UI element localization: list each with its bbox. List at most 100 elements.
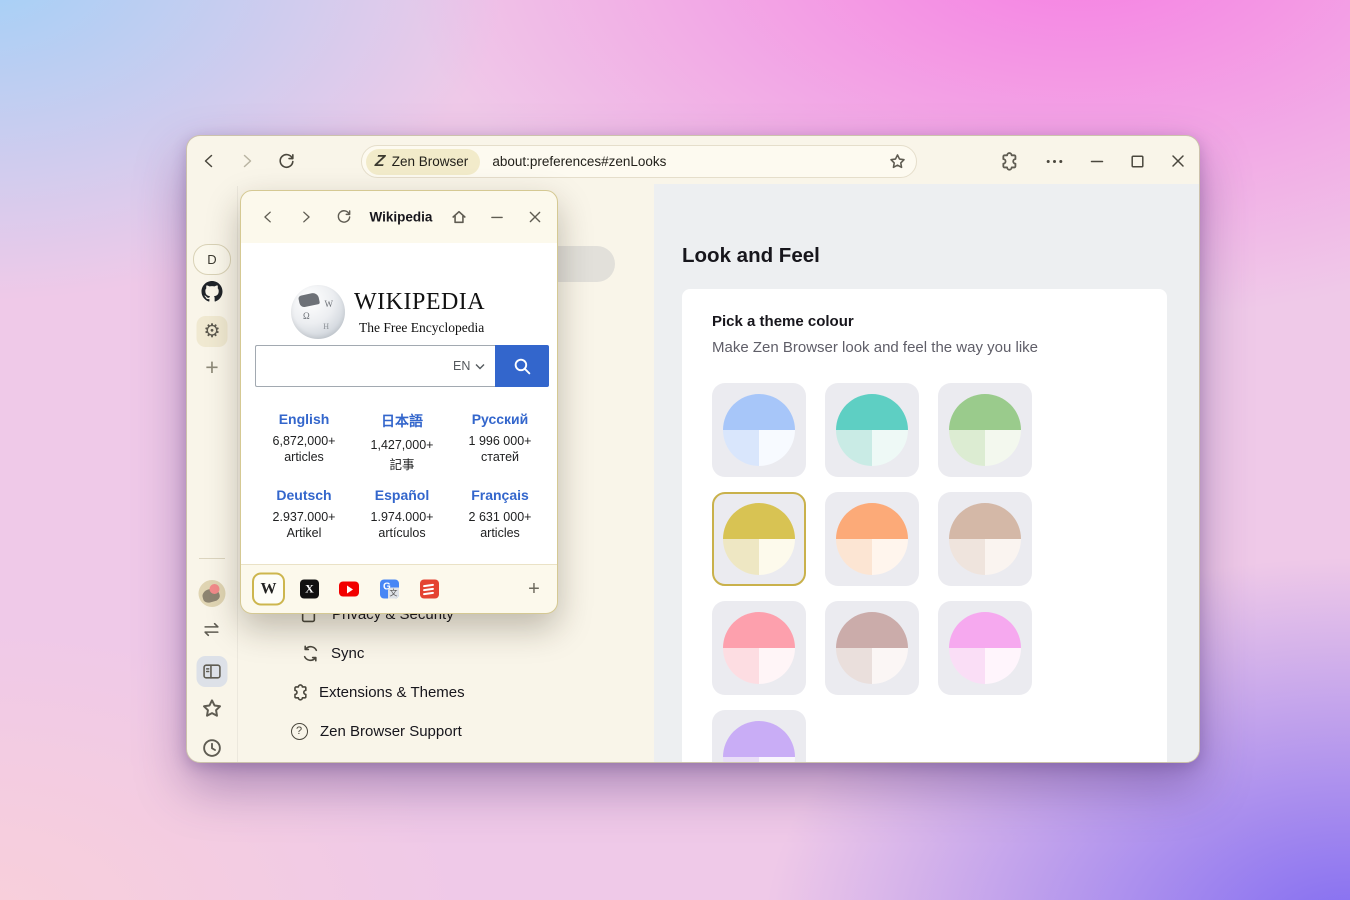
mini-window-header[interactable]: Wikipedia: [241, 191, 557, 243]
theme-swatch-orange[interactable]: [825, 492, 919, 586]
essential-wikipedia-active[interactable]: W: [252, 573, 285, 606]
maximize-button[interactable]: [1131, 155, 1144, 168]
sidebar-divider: [199, 558, 225, 559]
wiki-language-link[interactable]: English: [255, 411, 353, 427]
wiki-language-link[interactable]: Español: [353, 487, 451, 503]
settings-nav-item-sync[interactable]: Sync: [301, 644, 364, 662]
theme-circle-green: [949, 394, 1021, 466]
wiki-language-link[interactable]: Français: [451, 487, 549, 503]
tab-github-icon[interactable]: [202, 281, 223, 302]
theme-grid: [712, 383, 1032, 763]
wiki-language-item: Deutsch2.937.000+Artikel: [255, 487, 353, 540]
browser-sidebar: D ⚙ + ⚙: [187, 186, 238, 762]
essentials-bar: W X G 文 +: [241, 564, 557, 613]
mini-forward-button[interactable]: [299, 210, 313, 224]
wiki-language-item: 日本語1,427,000+記事: [353, 411, 451, 473]
wikipedia-wordmark: WIKIPEDIA: [354, 289, 485, 316]
wiki-language-link[interactable]: 日本語: [353, 411, 451, 431]
site-badge-label: Zen Browser: [392, 154, 469, 169]
card-title: Pick a theme colour: [712, 313, 854, 330]
mini-window-title: Wikipedia: [370, 210, 433, 225]
bookmark-star-icon[interactable]: [889, 153, 906, 170]
theme-swatch-magenta[interactable]: [938, 601, 1032, 695]
mini-reload-button[interactable]: [336, 209, 353, 226]
wikipedia-mini-window[interactable]: Wikipedia WΩH WIKIPEDIA The Free Encyclo…: [240, 190, 558, 614]
theme-swatch-tan[interactable]: [938, 492, 1032, 586]
new-tab-button[interactable]: +: [205, 354, 218, 381]
wiki-language-count: 2 631 000+: [451, 510, 549, 524]
wiki-language-count: 1,427,000+: [353, 438, 451, 452]
wiki-language-item: English6,872,000+articles: [255, 411, 353, 473]
theme-swatch-pink[interactable]: [712, 601, 806, 695]
close-button[interactable]: [1171, 154, 1185, 168]
sidebar-toggle-active[interactable]: [197, 656, 228, 687]
theme-circle-mauve: [836, 612, 908, 684]
theme-swatch-yellow[interactable]: [712, 492, 806, 586]
theme-swatch-teal[interactable]: [825, 383, 919, 477]
mini-minimize-button[interactable]: [491, 211, 504, 224]
reload-button[interactable]: [277, 152, 296, 171]
bookmarks-star-icon[interactable]: [202, 698, 223, 719]
avatar-dot: [210, 584, 220, 594]
wikipedia-search-button[interactable]: [495, 345, 549, 387]
back-button[interactable]: [201, 153, 217, 169]
essential-google-translate-icon[interactable]: G 文: [380, 580, 399, 599]
url-text: about:preferences#zenLooks: [492, 154, 889, 169]
card-subtitle: Make Zen Browser look and feel the way y…: [712, 339, 1038, 356]
wikipedia-search-input[interactable]: [256, 346, 453, 386]
settings-nav-label: Zen Browser Support: [320, 723, 462, 740]
workspace-label: D: [207, 252, 216, 267]
minimize-button[interactable]: [1090, 154, 1104, 168]
essentials-add-button[interactable]: +: [524, 579, 544, 599]
gear-icon: ⚙: [203, 322, 220, 341]
wiki-language-unit: Artikel: [255, 526, 353, 540]
theme-swatch-purple[interactable]: [712, 710, 806, 763]
settings-nav-item-extensions-themes[interactable]: Extensions & Themes: [291, 683, 465, 701]
settings-nav-item-zen-browser-support[interactable]: ? Zen Browser Support: [290, 722, 462, 740]
forward-button[interactable]: [239, 153, 255, 169]
zen-logo-icon: Z: [374, 154, 385, 170]
essential-x-icon[interactable]: X: [300, 580, 319, 599]
browser-toolbar: Z Zen Browser about:preferences#zenLooks: [187, 136, 1199, 186]
menu-dots-icon[interactable]: [1046, 159, 1063, 164]
theme-circle-blue: [723, 394, 795, 466]
tab-settings-active[interactable]: ⚙: [197, 316, 228, 347]
theme-swatch-mauve[interactable]: [825, 601, 919, 695]
theme-circle-teal: [836, 394, 908, 466]
theme-circle-magenta: [949, 612, 1021, 684]
workspace-switch-icon[interactable]: [203, 622, 222, 637]
url-bar[interactable]: Z Zen Browser about:preferences#zenLooks: [361, 145, 917, 178]
extensions-icon[interactable]: [1000, 152, 1019, 171]
mini-home-button[interactable]: [451, 209, 468, 226]
settings-nav-label: Extensions & Themes: [319, 684, 465, 701]
settings-nav-label: Sync: [331, 645, 364, 662]
chevron-down-icon: [475, 363, 485, 370]
essential-todoist-icon[interactable]: [420, 580, 439, 599]
mini-back-button[interactable]: [261, 210, 275, 224]
theme-swatch-blue[interactable]: [712, 383, 806, 477]
history-clock-icon[interactable]: [202, 738, 222, 758]
wiki-language-item: Français2 631 000+articles: [451, 487, 549, 540]
wikipedia-globe-logo: WΩH: [291, 285, 345, 339]
wiki-language-link[interactable]: Deutsch: [255, 487, 353, 503]
wikipedia-search-box: EN: [255, 345, 495, 387]
theme-circle-pink: [723, 612, 795, 684]
puzzle-icon: [291, 683, 309, 701]
question-icon: ?: [290, 722, 308, 740]
profile-avatar[interactable]: [199, 580, 226, 607]
wiki-language-link[interactable]: Русский: [451, 411, 549, 427]
wiki-language-count: 1.974.000+: [353, 510, 451, 524]
theme-swatch-green[interactable]: [938, 383, 1032, 477]
wiki-language-item: Русский1 996 000+статей: [451, 411, 549, 473]
mini-close-button[interactable]: [529, 211, 542, 224]
wiki-language-count: 1 996 000+: [451, 434, 549, 448]
theme-circle-yellow: [723, 503, 795, 575]
site-identity-badge[interactable]: Z Zen Browser: [366, 149, 480, 175]
page-title: Look and Feel: [682, 244, 820, 268]
workspace-pill[interactable]: D: [193, 244, 231, 275]
essential-youtube-icon[interactable]: [339, 582, 359, 597]
wiki-language-item: Español1.974.000+artículos: [353, 487, 451, 540]
language-dropdown[interactable]: EN: [453, 359, 495, 373]
wiki-language-count: 6,872,000+: [255, 434, 353, 448]
look-and-feel-card: Pick a theme colour Make Zen Browser loo…: [682, 289, 1167, 763]
